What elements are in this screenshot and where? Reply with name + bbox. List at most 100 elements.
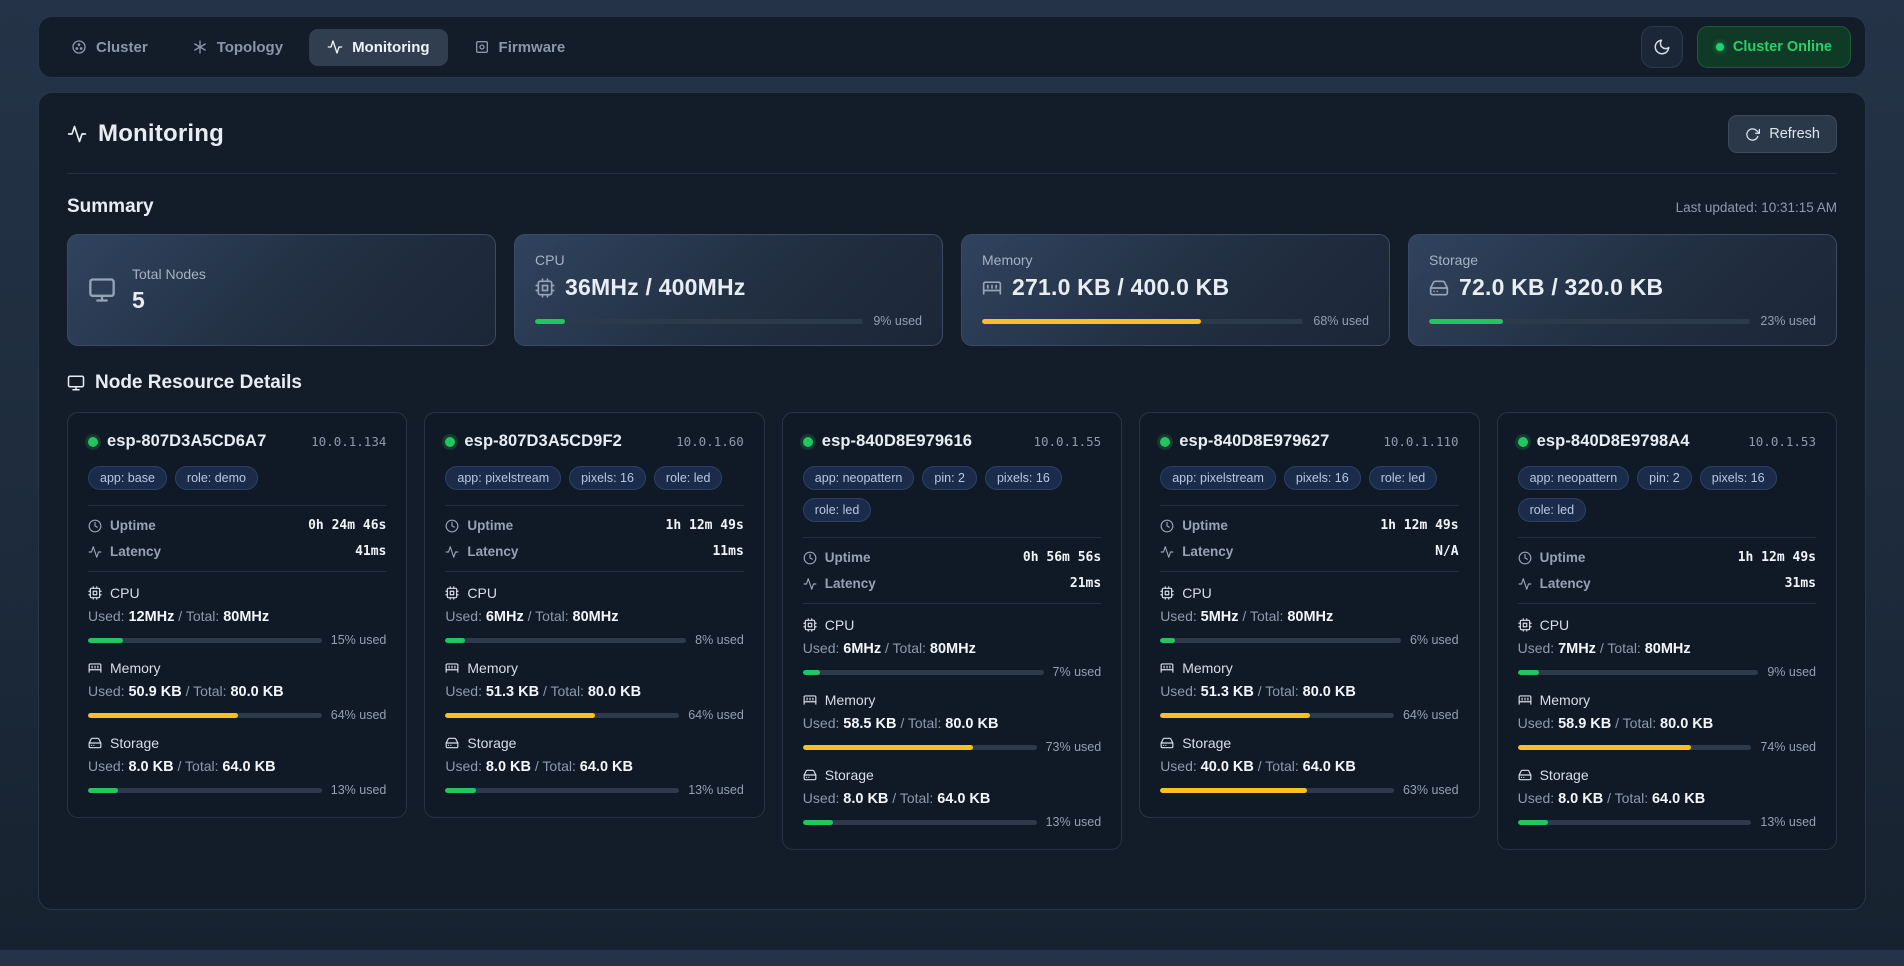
- progress-bar: [445, 788, 679, 793]
- progress-bar: [1518, 820, 1752, 825]
- cpu-section: CPU Used: 6MHz / Total: 80MHz 7% used: [803, 617, 1101, 679]
- latency-value: 41ms: [355, 544, 386, 559]
- resource-label: Storage: [467, 735, 516, 751]
- percent-used: 15% used: [331, 633, 387, 647]
- cluster-status-button[interactable]: Cluster Online: [1697, 26, 1851, 68]
- node-header: esp-807D3A5CD9F2 10.0.1.60: [445, 432, 743, 451]
- badge-row: app: neopattern pin: 2 pixels: 16 role: …: [1518, 466, 1816, 522]
- theme-toggle-button[interactable]: [1641, 26, 1683, 68]
- memory-section: Memory Used: 51.3 KB / Total: 80.0 KB 64…: [1160, 660, 1458, 722]
- progress-fill: [803, 820, 833, 825]
- cpu-section: CPU Used: 6MHz / Total: 80MHz 8% used: [445, 585, 743, 647]
- resource-usage: Used: 7MHz / Total: 80MHz: [1518, 640, 1816, 657]
- latency-value: 31ms: [1785, 576, 1816, 591]
- monitoring-panel: Monitoring Refresh Summary Last updated:…: [38, 92, 1866, 910]
- resource-label: Storage: [1540, 767, 1589, 783]
- clock-icon: [445, 519, 459, 533]
- latency-row: Latency N/A: [1160, 544, 1458, 559]
- percent-used: 7% used: [1053, 665, 1102, 679]
- resource-label: Memory: [1182, 660, 1233, 676]
- percent-used: 13% used: [1760, 815, 1816, 829]
- badge: role: demo: [175, 466, 258, 490]
- percent-used: 9% used: [1767, 665, 1816, 679]
- progress-fill: [445, 788, 475, 793]
- uptime-row: Uptime 0h 56m 56s: [803, 550, 1101, 565]
- progress-fill: [1160, 788, 1307, 793]
- panel-header: Monitoring Refresh: [67, 93, 1837, 174]
- resource-label: CPU: [825, 617, 855, 633]
- percent-used: 74% used: [1760, 740, 1816, 754]
- online-dot-icon: [803, 437, 813, 447]
- resource-label: Storage: [825, 767, 874, 783]
- total-nodes-card: Total Nodes 5: [67, 234, 496, 346]
- refresh-label: Refresh: [1769, 126, 1820, 142]
- progress-fill: [803, 670, 820, 675]
- resource-usage: Used: 8.0 KB / Total: 64.0 KB: [88, 758, 386, 775]
- node-meta: Uptime 0h 56m 56s Latency 21ms: [803, 537, 1101, 604]
- cpu-icon: [803, 618, 817, 632]
- progress-bar: [445, 638, 686, 643]
- uptime-value: 0h 24m 46s: [308, 518, 386, 533]
- progress-fill: [803, 745, 974, 750]
- card-label: Total Nodes: [132, 266, 206, 282]
- tab-cluster[interactable]: Cluster: [53, 29, 166, 66]
- card-label: Storage: [1429, 252, 1816, 268]
- resource-usage: Used: 6MHz / Total: 80MHz: [803, 640, 1101, 657]
- refresh-button[interactable]: Refresh: [1728, 115, 1837, 153]
- latency-label: Latency: [110, 544, 161, 559]
- page-title: Monitoring: [98, 120, 224, 148]
- node-ip: 10.0.1.53: [1748, 434, 1816, 449]
- resource-usage: Used: 50.9 KB / Total: 80.0 KB: [88, 683, 386, 700]
- progress-bar: [1429, 319, 1750, 324]
- progress-fill: [1160, 638, 1174, 643]
- uptime-value: 1h 12m 49s: [1380, 518, 1458, 533]
- node-ip: 10.0.1.60: [676, 434, 744, 449]
- progress-fill: [1429, 319, 1503, 324]
- tab-label: Firmware: [499, 39, 566, 56]
- uptime-label: Uptime: [1540, 550, 1586, 565]
- summary-heading: Summary: [67, 196, 154, 218]
- memory-icon: [445, 661, 459, 675]
- uptime-label: Uptime: [825, 550, 871, 565]
- uptime-row: Uptime 1h 12m 49s: [1518, 550, 1816, 565]
- activity-icon: [1518, 577, 1532, 591]
- resource-usage: Used: 8.0 KB / Total: 64.0 KB: [445, 758, 743, 775]
- resource-label: Memory: [1540, 692, 1591, 708]
- tab-monitoring[interactable]: Monitoring: [309, 29, 447, 66]
- percent-used: 6% used: [1410, 633, 1459, 647]
- card-label: CPU: [535, 252, 922, 268]
- percent-used: 13% used: [688, 783, 744, 797]
- node-name: esp-807D3A5CD6A7: [107, 432, 266, 451]
- cluster-icon: [71, 39, 87, 55]
- resource-label: Memory: [110, 660, 161, 676]
- progress-fill: [1518, 820, 1548, 825]
- latency-value: 11ms: [712, 544, 743, 559]
- badge: pixels: 16: [1284, 466, 1361, 490]
- tab-topology[interactable]: Topology: [174, 29, 301, 66]
- tab-firmware[interactable]: Firmware: [456, 29, 584, 66]
- node-meta: Uptime 1h 12m 49s Latency 31ms: [1518, 537, 1816, 604]
- latency-label: Latency: [825, 576, 876, 591]
- cpu-icon: [445, 586, 459, 600]
- resource-label: CPU: [1182, 585, 1212, 601]
- uptime-label: Uptime: [467, 518, 513, 533]
- card-label: Memory: [982, 252, 1369, 268]
- progress-bar: [982, 319, 1303, 324]
- cpu-summary-card: CPU 36MHz / 400MHz 9% used: [514, 234, 943, 346]
- nodes-grid: esp-807D3A5CD6A7 10.0.1.134 app: base ro…: [67, 412, 1837, 850]
- progress-fill: [445, 713, 595, 718]
- refresh-icon: [1745, 127, 1760, 142]
- progress-bar: [535, 319, 863, 324]
- hard-drive-icon: [1160, 736, 1174, 750]
- activity-icon: [1160, 545, 1174, 559]
- badge: app: neopattern: [1518, 466, 1630, 490]
- node-header: esp-840D8E9798A4 10.0.1.53: [1518, 432, 1816, 451]
- percent-used: 64% used: [688, 708, 744, 722]
- percent-used: 23% used: [1760, 314, 1816, 328]
- moon-icon: [1653, 38, 1671, 56]
- progress-bar: [88, 788, 322, 793]
- tab-label: Monitoring: [352, 39, 429, 56]
- badge: role: led: [654, 466, 722, 490]
- progress-bar: [1160, 638, 1401, 643]
- resource-label: CPU: [110, 585, 140, 601]
